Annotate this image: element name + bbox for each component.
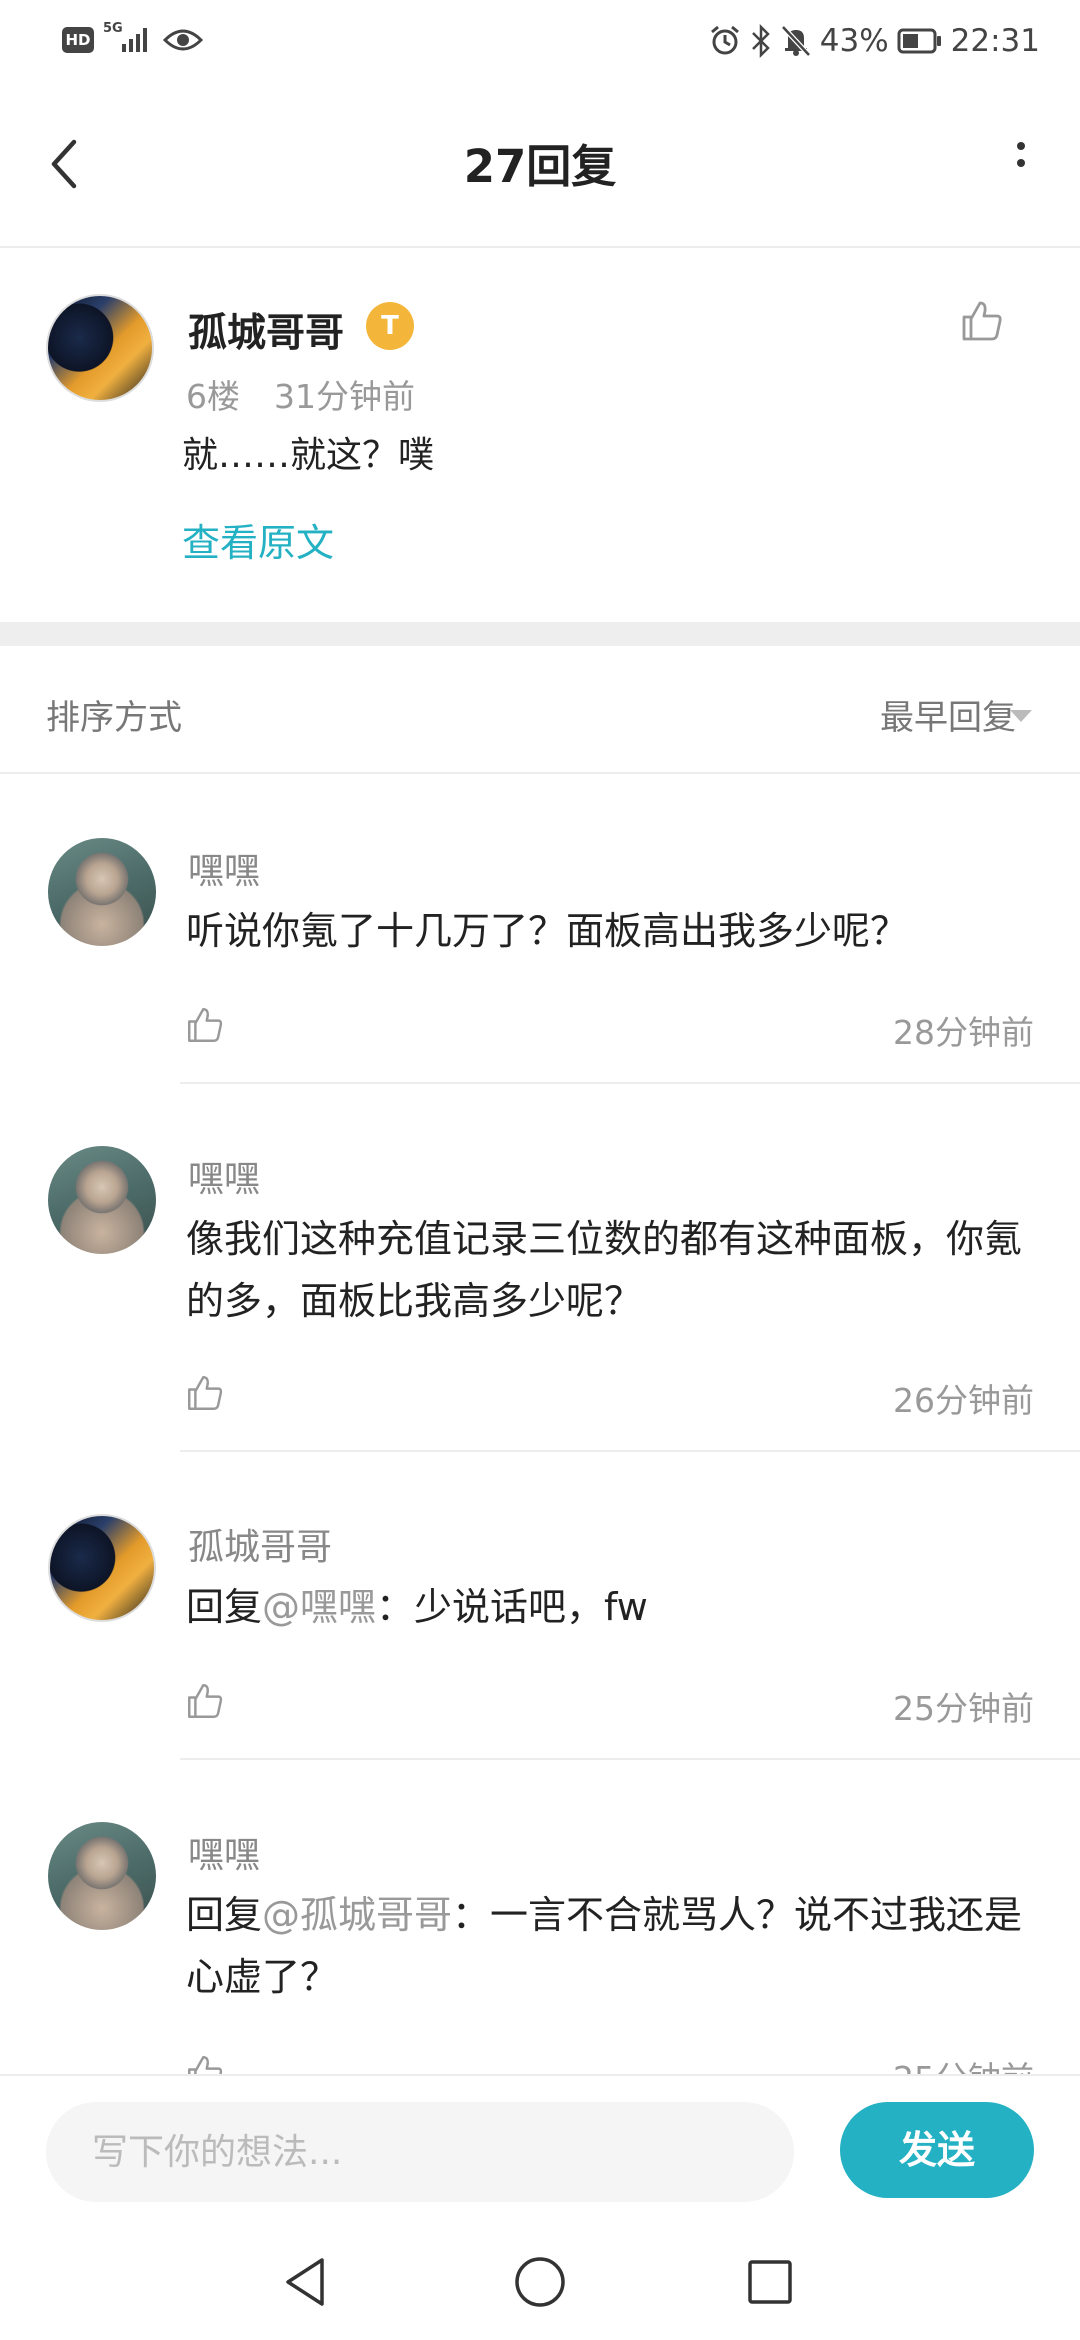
bluetooth-icon: [751, 24, 770, 58]
reply-text: 像我们这种充值记录三位数的都有这种面板，你氪的多，面板比我高多少呢？: [186, 1208, 1046, 1332]
reply-author-name[interactable]: 孤城哥哥: [188, 1518, 332, 1570]
clock: 22:31: [950, 23, 1040, 59]
section-divider: [0, 622, 1080, 646]
page-title: 27回复: [463, 140, 617, 193]
network-type: 5G: [103, 21, 123, 36]
reply-text: 回复@嘿嘿：少说话吧，fw: [186, 1576, 1046, 1638]
chevron-down-icon[interactable]: [1010, 710, 1032, 722]
nav-recents-icon[interactable]: [746, 2258, 794, 2306]
reply-body: 听说你氪了十几万了？面板高出我多少呢？: [186, 909, 909, 953]
post-floor: 6楼: [186, 377, 240, 416]
view-original-link[interactable]: 查看原文: [182, 512, 334, 567]
more-options-icon[interactable]: [1010, 142, 1032, 188]
battery-icon: [897, 28, 941, 54]
post-content: 就……就这？噗: [182, 435, 435, 476]
top-app-bar: 27回复: [0, 82, 1080, 248]
reply-item: 嘿嘿 听说你氪了十几万了？面板高出我多少呢？ 28分钟前: [0, 776, 1080, 1086]
sort-dropdown[interactable]: 最早回复: [880, 690, 1016, 739]
reply-body: ：少说话吧，fw: [376, 1585, 648, 1629]
avatar[interactable]: [48, 1822, 156, 1930]
thumbs-up-icon[interactable]: [184, 1370, 226, 1416]
alarm-icon: [710, 25, 739, 55]
mute-icon: [780, 25, 811, 57]
thumbs-up-icon[interactable]: [184, 1002, 226, 1048]
reply-timestamp: 26分钟前: [893, 1381, 1034, 1420]
battery-percent: 43%: [819, 23, 889, 59]
avatar[interactable]: [46, 294, 154, 402]
send-button[interactable]: 发送: [840, 2102, 1034, 2198]
reply-mention[interactable]: @嘿嘿: [262, 1585, 376, 1629]
level-badge-icon: T: [366, 302, 414, 350]
nav-back-icon[interactable]: [282, 2254, 330, 2310]
comment-input-bar: 发送: [0, 2074, 1080, 2226]
reply-body: 像我们这种充值记录三位数的都有这种面板，你氪的多，面板比我高多少呢？: [186, 1217, 1023, 1323]
reply-timestamp: 28分钟前: [893, 1013, 1034, 1052]
thumbs-up-icon[interactable]: [958, 297, 1006, 345]
post-author-name[interactable]: 孤城哥哥: [188, 302, 344, 358]
original-post: 孤城哥哥 T 6楼 31分钟前 就……就这？噗 查看原文: [0, 250, 1080, 620]
avatar[interactable]: [48, 1146, 156, 1254]
nav-home-icon[interactable]: [512, 2254, 568, 2310]
reply-timestamp: 25分钟前: [893, 1689, 1034, 1728]
reply-author-name[interactable]: 嘿嘿: [188, 1826, 260, 1878]
status-right: 43% 22:31: [708, 18, 1040, 64]
signal-icon: [122, 28, 147, 52]
reply-mention[interactable]: @孤城哥哥: [262, 1893, 452, 1937]
reply-text: 回复@孤城哥哥：一言不合就骂人？说不过我还是心虚了？: [186, 1884, 1046, 2008]
reply-item: 嘿嘿 像我们这种充值记录三位数的都有这种面板，你氪的多，面板比我高多少呢？ 26…: [0, 1084, 1080, 1454]
post-timestamp: 31分钟前: [274, 377, 415, 416]
comment-input[interactable]: [46, 2102, 794, 2202]
more-dot: [1017, 159, 1025, 167]
system-nav-bar: [0, 2226, 1080, 2340]
hd-icon: HD: [62, 27, 94, 53]
more-dot: [1017, 142, 1025, 150]
reply-text: 听说你氪了十几万了？面板高出我多少呢？: [186, 900, 1046, 962]
reply-prefix: 回复: [186, 1585, 263, 1629]
sort-row: 排序方式 最早回复: [0, 646, 1080, 774]
sort-label: 排序方式: [46, 698, 182, 738]
reply-item: 嘿嘿 回复@孤城哥哥：一言不合就骂人？说不过我还是心虚了？ 25分钟前: [0, 1760, 1080, 2074]
avatar[interactable]: [48, 838, 156, 946]
avatar[interactable]: [48, 1514, 156, 1622]
reply-prefix: 回复: [186, 1893, 263, 1937]
reply-timestamp: 25分钟前: [893, 2052, 1034, 2074]
status-bar: HD 5G 43% 22:31: [0, 0, 1080, 82]
thumbs-up-icon[interactable]: [184, 1678, 226, 1724]
reply-author-name[interactable]: 嘿嘿: [188, 1150, 260, 1202]
reply-author-name[interactable]: 嘿嘿: [188, 842, 260, 894]
eye-icon: [163, 29, 203, 51]
reply-item: 孤城哥哥 回复@嘿嘿：少说话吧，fw 25分钟前: [0, 1452, 1080, 1762]
thumbs-up-icon[interactable]: [184, 2050, 226, 2074]
